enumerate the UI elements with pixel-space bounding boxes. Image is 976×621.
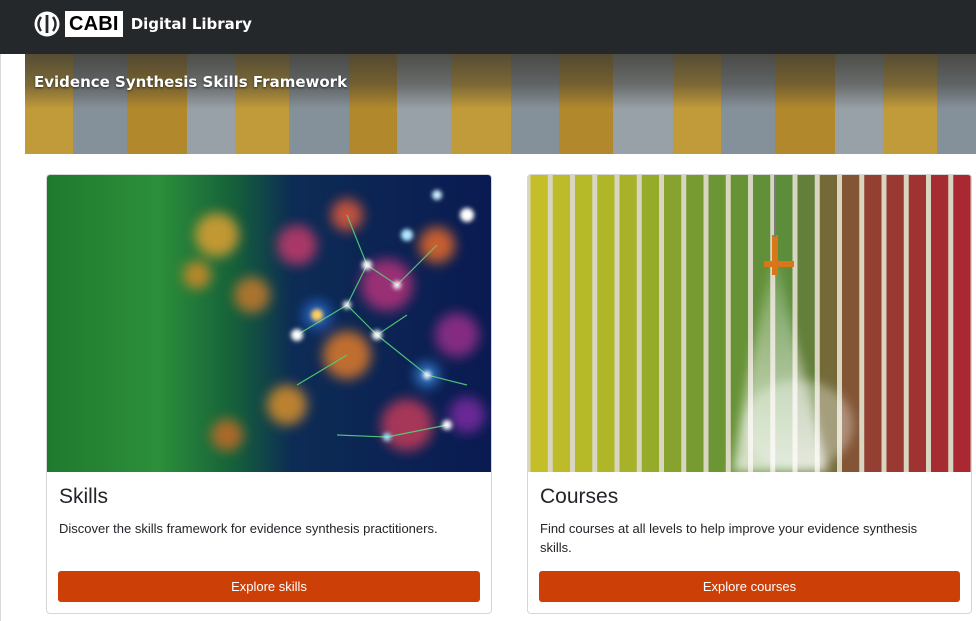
hero-banner: Evidence Synthesis Skills Framework: [25, 54, 976, 154]
cabi-logo-wordmark: CABI: [65, 11, 123, 37]
courses-card-title: Courses: [540, 485, 619, 508]
courses-card-description: Find courses at all levels to help impro…: [540, 521, 918, 555]
page-edge: [0, 0, 1, 621]
site-name: Digital Library: [130, 15, 252, 33]
skills-card-title: Skills: [59, 485, 109, 508]
courses-card: Courses Find courses at all levels to he…: [527, 174, 972, 614]
explore-courses-button[interactable]: Explore courses: [539, 571, 960, 602]
top-bar: CABI Digital Library: [0, 0, 976, 54]
network-abstract-image: [47, 175, 491, 472]
cabi-logo-icon: [33, 10, 63, 38]
skills-card-description: Discover the skills framework for eviden…: [59, 521, 438, 536]
page-title: Evidence Synthesis Skills Framework: [34, 73, 348, 91]
cabi-logo-link[interactable]: CABI Digital Library: [33, 10, 252, 38]
skills-card: Skills Discover the skills framework for…: [46, 174, 492, 614]
explore-skills-button[interactable]: Explore skills: [58, 571, 480, 602]
banner-background-image: [25, 54, 976, 154]
crop-field-irrigation-image: [528, 175, 971, 472]
